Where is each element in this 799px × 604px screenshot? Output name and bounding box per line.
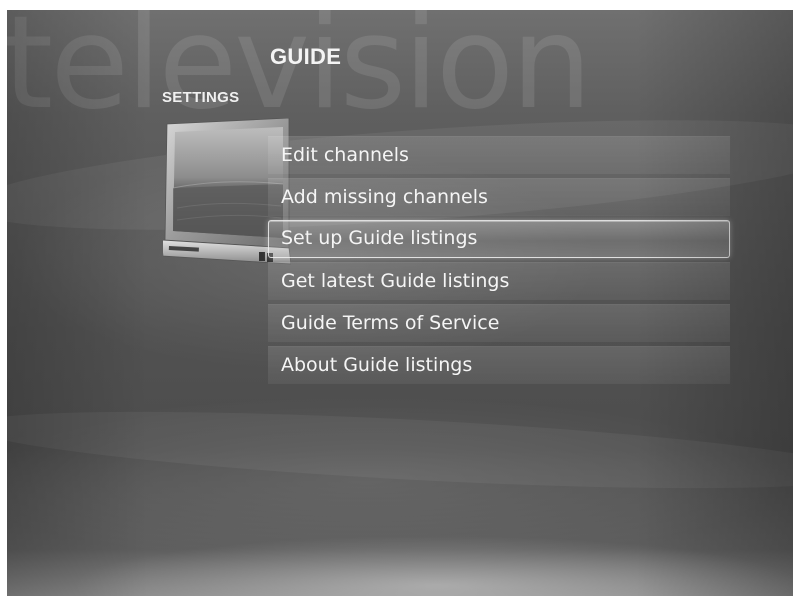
menu-item-about-guide-listings[interactable]: About Guide listings [268,346,730,384]
page-title: GUIDE [270,44,342,69]
menu-item-label: Get latest Guide listings [281,270,510,292]
menu-item-label: About Guide listings [281,354,473,376]
menu-item-label: Edit channels [281,144,409,166]
menu-item-label: Set up Guide listings [281,227,478,249]
menu-item-guide-terms-of-service[interactable]: Guide Terms of Service [268,304,730,342]
menu-item-add-missing-channels[interactable]: Add missing channels [268,178,730,216]
menu-item-get-latest-guide-listings[interactable]: Get latest Guide listings [268,262,730,300]
media-center-screen: television GUIDE SETTINGS Edit channels … [7,10,793,596]
menu-item-label: Guide Terms of Service [281,312,500,334]
menu-item-label: Add missing channels [281,186,488,208]
section-subtitle: SETTINGS [162,89,240,106]
menu-item-edit-channels[interactable]: Edit channels [268,136,730,174]
guide-settings-menu: Edit channels Add missing channels Set u… [268,136,730,388]
background-light-sweep [7,396,793,504]
menu-item-set-up-guide-listings[interactable]: Set up Guide listings [268,220,730,258]
